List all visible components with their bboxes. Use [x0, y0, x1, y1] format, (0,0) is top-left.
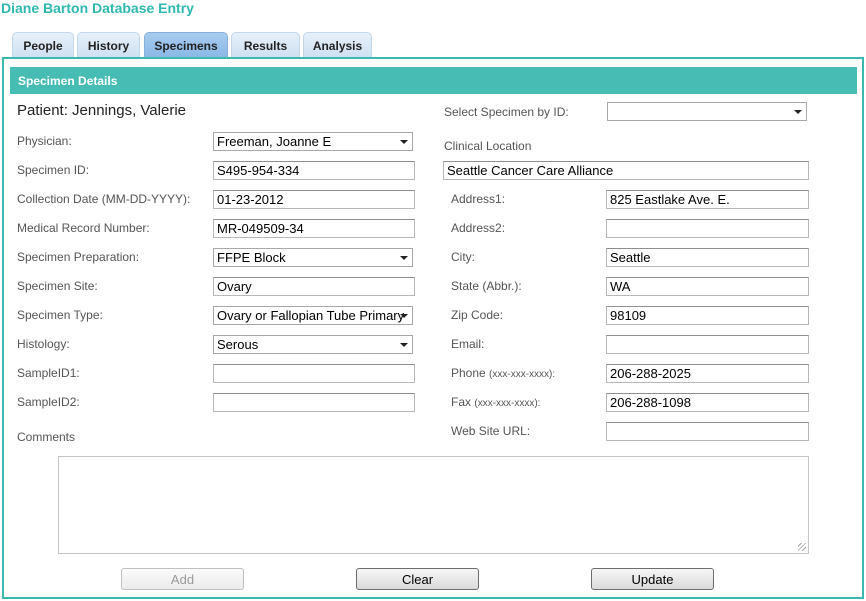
resize-grip-icon[interactable]: [798, 543, 806, 551]
histology-value: Serous: [217, 337, 259, 352]
sampleid2-input[interactable]: [213, 393, 415, 412]
physician-value: Freeman, Joanne E: [217, 134, 332, 149]
app-title: Diane Barton Database Entry: [1, 0, 194, 16]
medical-record-input[interactable]: MR-049509-34: [213, 219, 415, 238]
phone-label-text: Phone: [451, 366, 486, 380]
specimen-id-input[interactable]: S495-954-334: [213, 161, 415, 180]
state-label: State (Abbr.):: [451, 279, 522, 293]
comments-textarea[interactable]: [58, 456, 809, 554]
clinical-location-input[interactable]: Seattle Cancer Care Alliance: [443, 161, 809, 180]
city-label: City:: [451, 250, 475, 264]
zip-input[interactable]: 98109: [606, 306, 809, 325]
comments-label: Comments: [17, 430, 76, 444]
specimen-preparation-label: Specimen Preparation:: [17, 250, 140, 264]
collection-date-input[interactable]: 01-23-2012: [213, 190, 415, 209]
histology-label: Histology:: [17, 337, 70, 351]
specimen-type-value: Ovary or Fallopian Tube Primary: [217, 308, 405, 323]
sampleid1-label: SampleID1:: [17, 366, 80, 380]
fax-input[interactable]: 206-288-1098: [606, 393, 809, 412]
select-specimen-label: Select Specimen by ID:: [444, 105, 569, 119]
specimen-type-label: Specimen Type:: [17, 308, 103, 322]
update-button[interactable]: Update: [591, 568, 714, 590]
sampleid2-label: SampleID2:: [17, 395, 80, 409]
email-label: Email:: [451, 337, 485, 351]
chevron-down-icon: [400, 140, 408, 144]
clinical-location-label: Clinical Location: [444, 139, 532, 153]
address1-input[interactable]: 825 Eastlake Ave. E.: [606, 190, 809, 209]
clear-button[interactable]: Clear: [356, 568, 479, 590]
specimen-preparation-value: FFPE Block: [217, 250, 286, 265]
physician-label: Physician:: [17, 134, 72, 148]
tab-results[interactable]: Results: [231, 32, 300, 57]
state-input[interactable]: WA: [606, 277, 809, 296]
specimen-site-label: Specimen Site:: [17, 279, 98, 293]
histology-select[interactable]: Serous: [213, 335, 413, 354]
address2-input[interactable]: [606, 219, 809, 238]
medical-record-label: Medical Record Number:: [17, 221, 150, 235]
specimen-preparation-select[interactable]: FFPE Block: [213, 248, 413, 267]
email-input[interactable]: [606, 335, 809, 354]
sampleid1-input[interactable]: [213, 364, 415, 383]
tab-people[interactable]: People: [12, 32, 74, 57]
address2-label: Address2:: [451, 221, 506, 235]
chevron-down-icon: [400, 256, 408, 260]
tab-analysis[interactable]: Analysis: [303, 32, 372, 57]
tab-specimens[interactable]: Specimens: [144, 32, 228, 57]
select-specimen-dropdown[interactable]: [607, 102, 807, 121]
chevron-down-icon: [400, 314, 408, 318]
fax-format-hint: (xxx-xxx-xxxx):: [474, 398, 541, 409]
tab-history[interactable]: History: [77, 32, 140, 57]
website-label: Web Site URL:: [451, 424, 531, 438]
city-input[interactable]: Seattle: [606, 248, 809, 267]
zip-label: Zip Code:: [451, 308, 504, 322]
patient-name: Patient: Jennings, Valerie: [17, 102, 186, 119]
phone-label: Phone (xxx-xxx-xxxx):: [451, 366, 555, 380]
collection-date-label: Collection Date (MM-DD-YYYY):: [17, 192, 191, 206]
specimen-id-label: Specimen ID:: [17, 163, 90, 177]
specimen-site-input[interactable]: Ovary: [213, 277, 415, 296]
address1-label: Address1:: [451, 192, 506, 206]
panel-header: Specimen Details: [10, 67, 857, 94]
fax-label-text: Fax: [451, 395, 472, 409]
chevron-down-icon: [400, 343, 408, 347]
physician-select[interactable]: Freeman, Joanne E: [213, 132, 413, 151]
fax-label: Fax (xxx-xxx-xxxx):: [451, 395, 540, 409]
chevron-down-icon: [794, 110, 802, 114]
add-button[interactable]: Add: [121, 568, 244, 590]
website-input[interactable]: [606, 422, 809, 441]
phone-format-hint: (xxx-xxx-xxxx):: [489, 369, 556, 380]
specimen-type-select[interactable]: Ovary or Fallopian Tube Primary: [213, 306, 413, 325]
phone-input[interactable]: 206-288-2025: [606, 364, 809, 383]
